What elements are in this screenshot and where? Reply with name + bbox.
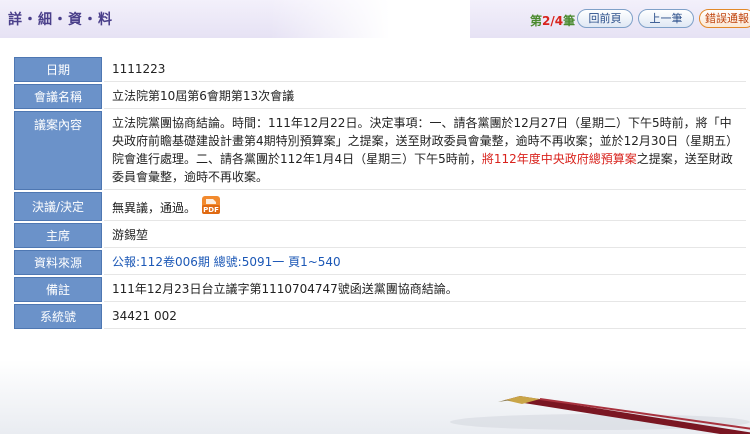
table-row: 主席 游錫堃 — [14, 223, 746, 248]
report-error-button[interactable]: 錯誤通報 — [699, 9, 750, 28]
table-row: 備註 111年12月23日台立議字第1110704747號函送黨團協商結論。 — [14, 277, 746, 302]
field-value-chair: 游錫堃 — [104, 223, 746, 248]
source-link[interactable]: 公報:112卷006期 總號:5091一 頁1~540 — [104, 250, 746, 275]
header-fade — [270, 0, 470, 38]
field-label-sysno: 系統號 — [14, 304, 102, 329]
pen-icon — [450, 396, 750, 434]
detail-table: 日期 1111223 會議名稱 立法院第10屆第6會期第13次會議 議案內容 立… — [12, 55, 748, 331]
table-row: 日期 1111223 — [14, 57, 746, 82]
field-label-meeting: 會議名稱 — [14, 84, 102, 109]
field-label-note: 備註 — [14, 277, 102, 302]
field-value-content: 立法院黨團協商結論。時間：111年12月22日。決定事項：一、請各黨團於12月2… — [104, 111, 746, 190]
field-label-content: 議案內容 — [14, 111, 102, 190]
field-label-chair: 主席 — [14, 223, 102, 248]
table-row: 決議/決定 無異議，通過。 PDF — [14, 192, 746, 221]
field-label-source: 資料來源 — [14, 250, 102, 275]
footer-decoration — [0, 360, 750, 434]
field-value-decision: 無異議，通過。 PDF — [104, 192, 746, 221]
field-value-note: 111年12月23日台立議字第1110704747號函送黨團協商結論。 — [104, 277, 746, 302]
table-row: 會議名稱 立法院第10屆第6會期第13次會議 — [14, 84, 746, 109]
pdf-icon[interactable]: PDF — [200, 195, 222, 215]
field-value-date: 1111223 — [104, 57, 746, 82]
field-label-date: 日期 — [14, 57, 102, 82]
record-counter-number: 2/4 — [542, 14, 564, 28]
back-button[interactable]: 回前頁 — [577, 9, 633, 28]
table-row: 議案內容 立法院黨團協商結論。時間：111年12月22日。決定事項：一、請各黨團… — [14, 111, 746, 190]
field-value-meeting: 立法院第10屆第6會期第13次會議 — [104, 84, 746, 109]
table-row: 資料來源 公報:112卷006期 總號:5091一 頁1~540 — [14, 250, 746, 275]
record-counter: 第2/4筆 — [530, 14, 576, 28]
prev-record-button[interactable]: 上一筆 — [638, 9, 694, 28]
table-row: 系統號 34421 002 — [14, 304, 746, 329]
highlight-text: 將112年度中央政府總預算案 — [481, 152, 637, 166]
field-label-decision: 決議/決定 — [14, 192, 102, 221]
page-title: 詳・細・資・料 — [8, 12, 113, 28]
svg-text:PDF: PDF — [203, 206, 219, 214]
field-value-sysno: 34421 002 — [104, 304, 746, 329]
header-bar: 詳・細・資・料 第2/4筆 回前頁 上一筆 錯誤通報 — [0, 0, 750, 38]
